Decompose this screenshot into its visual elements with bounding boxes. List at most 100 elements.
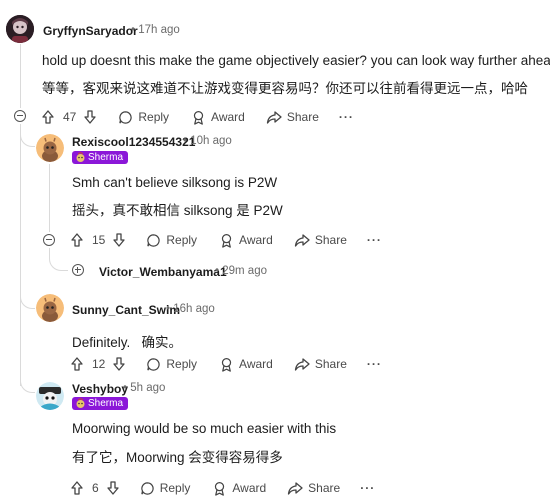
thread-line-rex	[49, 164, 50, 232]
vote-count: 12	[92, 357, 106, 371]
comment-icon	[119, 110, 133, 124]
vote-count: 47	[63, 110, 77, 124]
avatar[interactable]	[36, 382, 64, 410]
comment-text: hold up doesnt this make the game object…	[42, 53, 550, 68]
upvote-icon	[71, 357, 83, 371]
timestamp: 17h ago	[138, 24, 180, 36]
more-options-button[interactable]: ···	[367, 357, 382, 371]
award-icon	[221, 357, 232, 372]
downvote-button[interactable]	[111, 232, 127, 248]
more-options-icon: ···	[338, 110, 354, 124]
comment-icon	[147, 233, 161, 247]
timestamp: 10h ago	[190, 135, 232, 147]
action-bar: 6 Reply Award Share ···	[69, 479, 375, 497]
downvote-icon	[84, 110, 97, 124]
separator: •	[123, 382, 128, 394]
timestamp-group: • 29m ago	[215, 265, 267, 277]
separator: •	[183, 135, 188, 147]
thread-elbow	[20, 130, 35, 147]
comment-icon	[140, 481, 154, 495]
more-options-icon: ···	[360, 481, 376, 495]
award-label: Award	[239, 357, 273, 371]
award-icon	[193, 110, 204, 125]
share-icon	[266, 111, 282, 124]
reply-label: Reply	[166, 233, 198, 247]
award-button[interactable]: Award	[212, 481, 266, 496]
timestamp: 29m ago	[222, 265, 267, 277]
avatar[interactable]	[36, 294, 64, 322]
award-button[interactable]: Award	[191, 110, 245, 125]
award-icon	[221, 233, 232, 248]
award-label: Award	[239, 233, 273, 247]
upvote-button[interactable]	[69, 480, 85, 496]
thread-line-root-lower	[20, 124, 21, 386]
reply-button[interactable]: Reply	[146, 233, 197, 248]
reply-label: Reply	[138, 110, 170, 124]
flair-emoji-icon	[76, 398, 85, 408]
reply-label: Reply	[159, 481, 191, 495]
upvote-button[interactable]	[69, 232, 85, 248]
share-button[interactable]: Share	[266, 109, 319, 125]
username[interactable]: Veshyboy	[72, 382, 128, 396]
downvote-icon	[113, 357, 126, 371]
downvote-icon	[107, 481, 119, 495]
share-button[interactable]: Share	[294, 232, 347, 248]
reply-button[interactable]: Reply	[146, 357, 197, 372]
share-label: Share	[286, 110, 319, 124]
vote-count: 6	[92, 481, 99, 495]
comment-text: Smh can't believe silksong is P2W	[72, 175, 278, 190]
avatar[interactable]	[6, 15, 34, 43]
username[interactable]: Victor_Wembanyama1	[99, 265, 227, 279]
separator: •	[215, 265, 220, 277]
share-icon	[288, 482, 303, 495]
share-button[interactable]: Share	[287, 480, 340, 496]
downvote-button[interactable]	[105, 480, 121, 496]
timestamp-group: • 17h ago	[131, 24, 180, 36]
collapse-thread-button[interactable]	[43, 234, 55, 246]
award-button[interactable]: Award	[219, 233, 273, 248]
reply-button[interactable]: Reply	[140, 481, 191, 496]
share-label: Share	[308, 481, 341, 495]
user-flair: Sherma	[72, 397, 129, 410]
award-button[interactable]: Award	[219, 357, 273, 372]
collapse-thread-button[interactable]	[14, 110, 26, 122]
reply-button[interactable]: Reply	[118, 110, 169, 125]
thread-elbow	[49, 250, 68, 271]
comment-text-translation: 等等，客观来说这难道不让游戏变得更容易吗？你还可以往前看得更远一点，哈哈	[42, 81, 528, 96]
action-bar: 15 Reply Award Share ···	[69, 231, 382, 249]
username[interactable]: Sunny_Cant_Swim	[72, 303, 180, 317]
thread-elbow	[20, 290, 35, 309]
more-options-icon: ···	[366, 233, 382, 247]
expand-thread-button[interactable]	[72, 264, 84, 276]
flair-emoji-icon	[76, 152, 85, 162]
share-icon	[294, 358, 310, 371]
downvote-button[interactable]	[82, 109, 98, 125]
timestamp-group: • 16h ago	[166, 303, 215, 315]
comment-icon	[147, 357, 161, 371]
thread-line-root	[20, 44, 21, 108]
more-options-button[interactable]: ···	[339, 110, 354, 124]
comment-text-translation: 摇头，真不敢相信 silksong 是 P2W	[72, 203, 283, 218]
award-icon	[215, 481, 225, 496]
timestamp: 16h ago	[173, 303, 215, 315]
more-options-button[interactable]: ···	[367, 233, 382, 247]
downvote-button[interactable]	[111, 356, 127, 372]
reply-label: Reply	[166, 357, 198, 371]
flair-label: Sherma	[88, 398, 124, 409]
comment-text: Moorwing would be so much easier with th…	[72, 421, 337, 436]
more-options-button[interactable]: ···	[360, 481, 375, 495]
share-button[interactable]: Share	[294, 356, 347, 372]
avatar[interactable]	[36, 134, 64, 162]
action-bar: 12 Reply Award Share ···	[69, 355, 382, 373]
upvote-button[interactable]	[40, 109, 56, 125]
separator: •	[166, 303, 171, 315]
thread-elbow	[20, 370, 35, 393]
username[interactable]: GryffynSaryador	[43, 24, 138, 38]
upvote-icon	[71, 233, 83, 247]
upvote-button[interactable]	[69, 356, 85, 372]
share-label: Share	[314, 357, 347, 371]
comment-text-translation: 有了它，Moorwing 会变得容易得多	[72, 450, 283, 465]
timestamp: 5h ago	[130, 382, 166, 394]
username[interactable]: Rexiscool1234554321	[72, 135, 195, 149]
comment-text: Definitely. 确实。	[72, 335, 183, 350]
